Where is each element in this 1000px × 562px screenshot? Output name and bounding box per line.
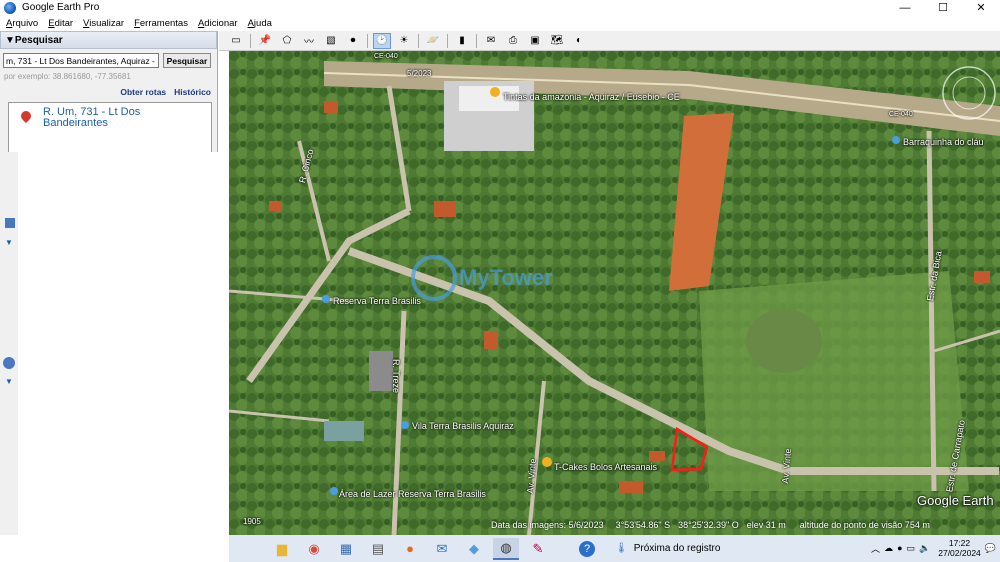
menu-ferramentas[interactable]: Ferramentas	[134, 18, 188, 29]
layers-icon[interactable]	[3, 357, 15, 369]
search-result-label[interactable]: R. Um, 731 - Lt Dos Bandeirantes	[43, 107, 173, 155]
menu-arquivo[interactable]: Arquivo	[6, 18, 38, 29]
satellite-map-view[interactable]: CE-040 CE-040 5/2023 Tintas da amazonia …	[229, 51, 1000, 535]
minimize-button[interactable]: —	[886, 0, 924, 15]
search-result[interactable]: R. Um, 731 - Lt Dos Bandeirantes	[8, 102, 212, 156]
layers-expand-icon[interactable]: ▼	[5, 377, 18, 386]
store-icon[interactable]: ▤	[365, 538, 391, 560]
imagery-date: Data das imagens: 5/6/2023	[491, 520, 604, 530]
menu-editar[interactable]: Editar	[48, 18, 73, 29]
get-directions-link[interactable]: Obter rotas	[120, 87, 166, 97]
eye-altitude: altitude do ponto de visão 754 m	[799, 520, 930, 530]
google-earth-icon	[4, 1, 16, 14]
polygon-icon[interactable]: ⬠	[278, 33, 296, 49]
search-input[interactable]	[3, 53, 159, 68]
window-title: Google Earth Pro	[22, 2, 100, 13]
weather-text: Próxima do registro	[633, 543, 721, 554]
poi-area-de-lazer[interactable]: Área de Lazer Reserva Terra Brasilis	[339, 489, 486, 499]
mytower-watermark: MyTower	[411, 255, 553, 301]
search-button[interactable]: Pesquisar	[163, 53, 211, 68]
google-maps-icon[interactable]: 🗺	[548, 33, 566, 49]
menu-bar: Arquivo Editar Visualizar Ferramentas Ad…	[0, 15, 1000, 31]
poi-barraquinha[interactable]: Barraquinha do cláu	[903, 137, 984, 147]
firefox-icon[interactable]: ●	[397, 538, 423, 560]
watermark-logo-icon	[411, 255, 457, 301]
sunlight-icon[interactable]: ☀	[395, 33, 413, 49]
chevron-up-icon[interactable]: ︿	[871, 542, 880, 555]
print-icon[interactable]: ⎙	[504, 33, 522, 49]
google-earth-taskbar-icon[interactable]: ◍	[493, 537, 519, 560]
thermometer-icon: 🌡	[615, 543, 628, 554]
calculator-icon[interactable]: ▦	[333, 538, 359, 560]
weather-widget[interactable]: 🌡 Próxima do registro	[615, 543, 720, 554]
latitude: 3°53'54.86" S	[615, 520, 671, 530]
clock[interactable]: 17:22 27/02/2024	[938, 538, 981, 558]
menu-adicionar[interactable]: Adicionar	[198, 18, 238, 29]
ruler-icon[interactable]: ▮	[453, 33, 471, 49]
menu-ajuda[interactable]: Ajuda	[248, 18, 272, 29]
paint-icon[interactable]: ✎	[525, 538, 551, 560]
historical-imagery-icon[interactable]: 🕑	[373, 32, 391, 49]
street-label-treze: R. Treze	[391, 358, 402, 394]
planets-icon[interactable]: 🪐	[424, 33, 442, 49]
chrome-icon[interactable]: ◉	[301, 538, 327, 560]
imagery-date-tag: 5/2023	[407, 69, 432, 78]
title-bar: Google Earth Pro — ☐ ✕	[0, 0, 1000, 15]
placemark-icon[interactable]: 📌	[256, 33, 274, 49]
location-pin-icon	[21, 111, 31, 125]
blank-overlay	[18, 152, 229, 562]
network-icon[interactable]: ▭	[907, 543, 916, 554]
maximize-button[interactable]: ☐	[924, 0, 962, 15]
notes-icon[interactable]: ◆	[461, 538, 487, 560]
google-earth-logo: Google Earth	[917, 493, 994, 508]
notification-icon[interactable]: ●	[897, 543, 902, 553]
longitude: 38°25'32.39" O	[678, 520, 739, 530]
search-example: por exemplo: 38.861680, -77.35681	[4, 72, 131, 81]
email-icon[interactable]: ✉	[482, 33, 500, 49]
poi-tintas-amazonia[interactable]: Tintas da amazonia - Aquiraz / Eusebio -…	[503, 92, 680, 102]
poi-t-cakes[interactable]: T-Cakes Bolos Artesanais	[554, 462, 657, 472]
onedrive-icon[interactable]: ☁	[884, 543, 893, 554]
help-icon[interactable]: ?	[574, 538, 600, 560]
collapsed-panels: ▼ ▼	[0, 152, 18, 535]
menu-visualizar[interactable]: Visualizar	[83, 18, 124, 29]
save-image-icon[interactable]: ▣	[526, 33, 544, 49]
poi-vila-terra-brasilis[interactable]: Vila Terra Brasilis Aquiraz	[412, 421, 514, 431]
mail-icon[interactable]: ✉	[429, 538, 455, 560]
path-icon[interactable]: 〰	[300, 33, 318, 49]
elevation: elev 31 m	[746, 520, 786, 530]
toolbar: ▭ 📌 ⬠ 〰 ▧ ⏺ 🕑 ☀ 🪐 ▮ ✉ ⎙ ▣ 🗺 ◐	[219, 31, 1000, 51]
search-panel-header[interactable]: ▼Pesquisar	[0, 31, 217, 49]
places-icon[interactable]	[5, 218, 15, 228]
highway-label: CE-040	[374, 53, 398, 60]
image-overlay-icon[interactable]: ▧	[322, 33, 340, 49]
status-bar: Data das imagens: 5/6/2023 3°53'54.86" S…	[229, 515, 1000, 535]
windows-taskbar: ▆ ◉ ▦ ▤ ● ✉ ◆ ◍ ✎ ? 🌡 Próxima do registr…	[229, 535, 1000, 562]
history-link[interactable]: Histórico	[174, 87, 211, 97]
close-button[interactable]: ✕	[962, 0, 1000, 15]
volume-icon[interactable]: 🔈	[919, 543, 930, 554]
record-tour-icon[interactable]: ⏺	[344, 33, 362, 49]
places-expand-icon[interactable]: ▼	[5, 238, 18, 247]
poi-reserva-terra-brasilis[interactable]: Reserva Terra Brasilis	[333, 296, 421, 306]
chat-bubble-icon[interactable]: 💬	[985, 543, 996, 554]
earth-gallery-icon[interactable]: ◐	[570, 33, 588, 49]
highway-label-east: CE-040	[889, 111, 913, 118]
sidebar-toggle-icon[interactable]: ▭	[227, 33, 245, 49]
system-tray: ︿ ☁ ● ▭ 🔈 17:22 27/02/2024 💬	[871, 538, 996, 558]
file-explorer-icon[interactable]: ▆	[269, 538, 295, 560]
